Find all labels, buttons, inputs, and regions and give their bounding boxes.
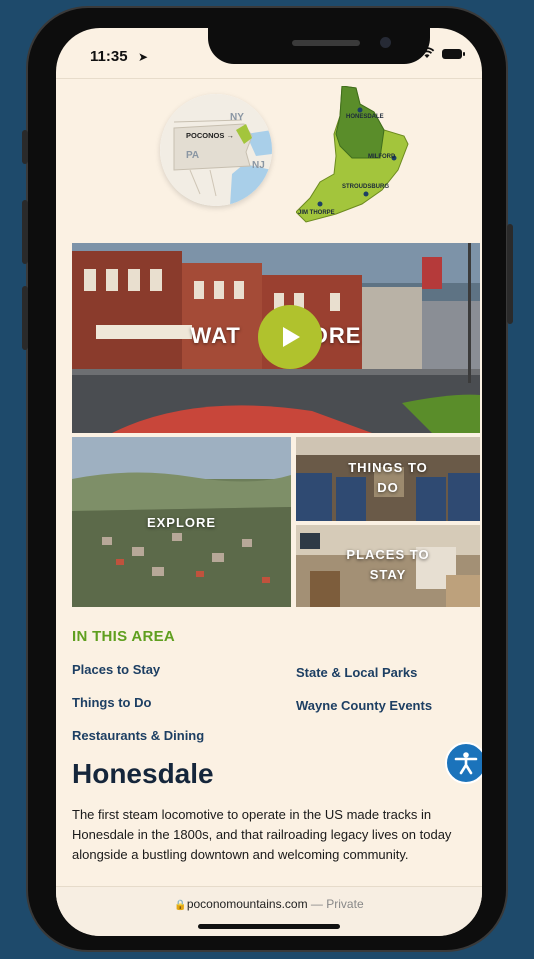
play-button[interactable]: [258, 305, 322, 369]
link-places-to-stay[interactable]: Places to Stay: [72, 662, 160, 677]
locator-label-ny: NY: [230, 112, 244, 123]
accessibility-button[interactable]: [445, 742, 482, 784]
status-divider: [56, 78, 482, 79]
notch: [208, 28, 430, 64]
location-arrow-icon: ➤: [138, 50, 149, 64]
link-things-to-do[interactable]: Things to Do: [72, 695, 151, 710]
tile-things-to-do[interactable]: THINGS TO DO: [296, 437, 480, 521]
tile-explore[interactable]: EXPLORE: [72, 437, 291, 607]
arrow-right-icon: →: [226, 131, 234, 140]
locator-label-pa: PA: [186, 150, 200, 161]
tile-label-explore: EXPLORE: [146, 515, 217, 530]
tile-places-to-stay[interactable]: PLACES TO STAY: [296, 525, 480, 607]
link-restaurants-dining[interactable]: Restaurants & Dining: [72, 728, 204, 743]
browser-address-bar[interactable]: 🔒poconomountains.com — Private: [56, 886, 482, 936]
in-this-area-heading: IN THIS AREA: [72, 628, 176, 645]
locator-map: NY POCONOS → PA NJ: [160, 94, 272, 206]
phone-silent-switch: [22, 130, 28, 164]
region-label-honesdale: HONESDALE: [346, 114, 384, 120]
hero-video[interactable]: WAT ORE: [72, 243, 480, 433]
region-label-jim-thorpe: JIM THORPE: [298, 210, 335, 216]
private-label: Private: [326, 897, 364, 911]
region-label-stroudsburg: STROUDSBURG: [342, 184, 390, 190]
play-icon: [283, 327, 300, 347]
url-text: poconomountains.com: [186, 897, 308, 911]
speaker: [292, 40, 360, 46]
page-description: The first steam locomotive to operate in…: [72, 807, 452, 862]
tile-label-things-to-do: THINGS TO DO: [348, 460, 428, 495]
region-map: HONESDALE MILFORD STROUDSBURG JIM THORPE: [295, 85, 414, 228]
locator-label-poconos: POCONOS →: [186, 131, 234, 140]
phone-volume-up: [22, 200, 28, 264]
phone-screen: 11:35 ➤ NY POCONOS → PA NJ HONESDALE MIL…: [56, 28, 482, 936]
front-camera: [380, 37, 391, 48]
link-state-local-parks[interactable]: State & Local Parks: [296, 665, 417, 680]
phone-power-button: [507, 224, 513, 324]
accessibility-icon: [454, 752, 478, 775]
phone-volume-down: [22, 286, 28, 350]
status-time: 11:35: [90, 48, 128, 65]
region-label-milford: MILFORD: [368, 154, 396, 160]
home-indicator[interactable]: [198, 924, 340, 929]
battery-icon: [442, 49, 465, 59]
link-wayne-county-events[interactable]: Wayne County Events: [296, 698, 432, 713]
tile-label-places-to-stay: PLACES TO STAY: [346, 547, 430, 582]
url-separator: —: [310, 897, 323, 911]
lock-icon: 🔒: [174, 900, 187, 911]
locator-label-nj: NJ: [252, 160, 265, 171]
url-line: 🔒poconomountains.com — Private: [56, 897, 482, 911]
page-title: Honesdale: [72, 758, 214, 789]
